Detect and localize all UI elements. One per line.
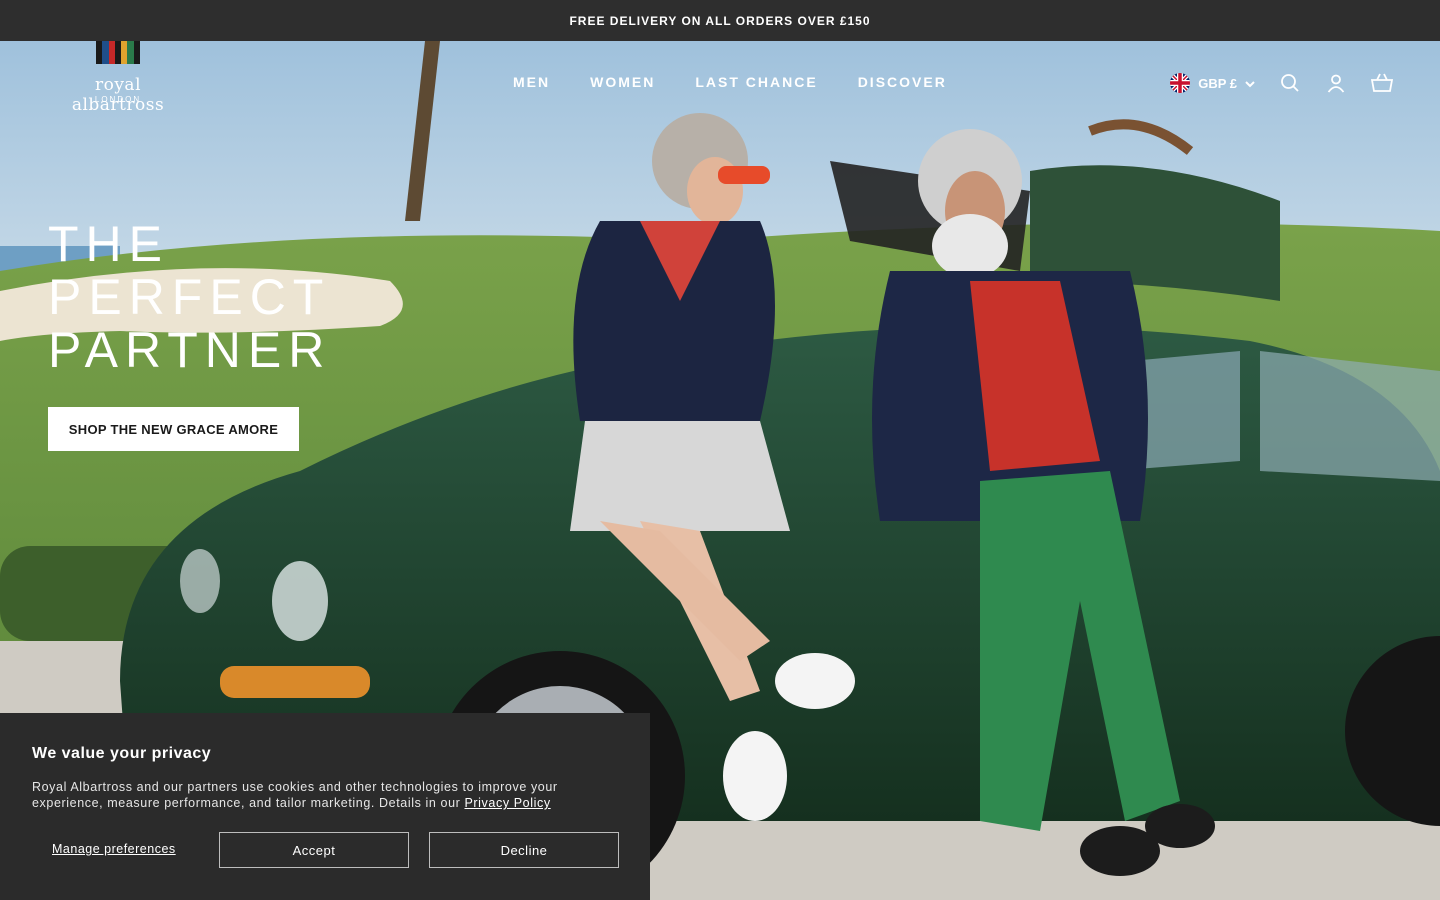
accept-button[interactable]: Accept [219,832,409,868]
decline-button[interactable]: Decline [429,832,619,868]
nav-item-discover[interactable]: DISCOVER [858,74,947,90]
hero-title-line: THE [48,216,169,272]
nav-item-women[interactable]: WOMEN [590,74,655,90]
header-utilities: GBP £ [1170,72,1393,94]
nav-item-men[interactable]: MEN [513,74,550,90]
search-icon[interactable] [1279,72,1301,94]
currency-label: GBP £ [1198,75,1237,91]
cookie-actions: Manage preferences Accept Decline [32,832,619,868]
account-icon[interactable] [1325,72,1347,94]
cookie-title: We value your privacy [32,745,212,762]
chevron-down-icon [1245,76,1255,91]
manage-preferences-link[interactable]: Manage preferences [52,842,176,856]
cookie-banner: We value your privacy Royal Albartross a… [0,713,650,900]
privacy-policy-link[interactable]: Privacy Policy [464,796,550,810]
announcement-text: FREE DELIVERY ON ALL ORDERS OVER £150 [569,13,871,28]
brand-logo[interactable]: royal albartross LONDON [47,41,192,115]
shop-grace-amore-button[interactable]: SHOP THE NEW GRACE AMORE [48,407,299,451]
logo-subtitle: LONDON [94,95,142,104]
hero-title-line: PERFECT [48,269,331,325]
announcement-bar: FREE DELIVERY ON ALL ORDERS OVER £150 [0,0,1440,41]
nav-item-last-chance[interactable]: LAST CHANCE [695,74,817,90]
main-nav: MEN WOMEN LAST CHANCE DISCOVER [513,74,947,90]
currency-selector[interactable]: GBP £ [1170,73,1255,93]
uk-flag-icon [1170,73,1191,93]
basket-icon[interactable] [1371,72,1393,94]
hero-title-line: PARTNER [48,322,332,378]
hero-title: THE PERFECT PARTNER [48,218,448,377]
cookie-text: Royal Albartross and our partners use co… [32,779,622,811]
site-header: royal albartross LONDON MEN WOMEN LAST C… [0,41,1440,131]
logo-stripes [96,41,140,64]
